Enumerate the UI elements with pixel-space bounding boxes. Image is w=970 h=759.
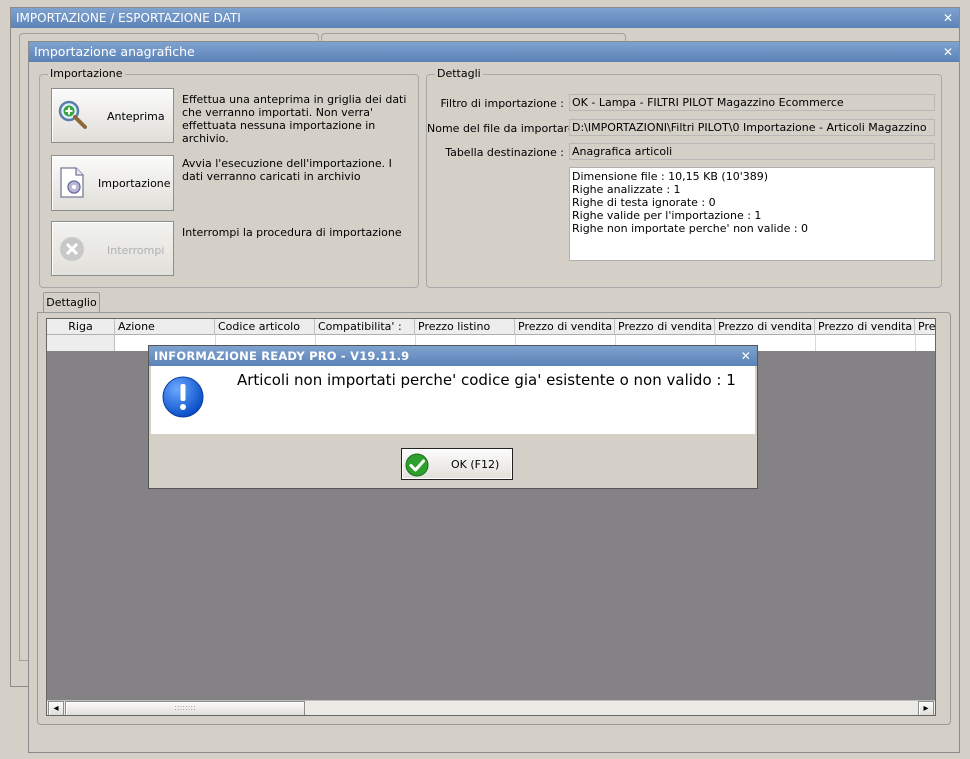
- grid-col-header[interactable]: Prezzo listino: [415, 319, 515, 335]
- grid-col-header[interactable]: Codice articolo: [215, 319, 315, 335]
- file-label: Nome del file da importare :: [427, 122, 583, 135]
- inner-close-icon[interactable]: ✕: [943, 42, 953, 62]
- grid-cell: [915, 335, 916, 351]
- grid-col-header[interactable]: Compatibilita' :: [315, 319, 415, 335]
- inner-window-titlebar: Importazione anagrafiche ✕: [29, 42, 959, 62]
- import-description: Avvia l'esecuzione dell'importazione. I …: [182, 157, 392, 183]
- grid-col-header[interactable]: Prezzo di vendita: [715, 319, 815, 335]
- scroll-left-button[interactable]: ◂: [48, 701, 64, 715]
- horizontal-scrollbar[interactable]: ◂ :::::::: ▸: [47, 700, 935, 715]
- stop-description: Interrompi la procedura di importazione: [182, 226, 402, 239]
- arrow-right-icon: ▸: [923, 703, 929, 714]
- summary-line: Dimensione file : 10,15 KB (10'389): [572, 170, 769, 183]
- outer-window-titlebar: IMPORTAZIONE / ESPORTAZIONE DATI ✕: [11, 8, 959, 28]
- grid-col-header[interactable]: Riga: [47, 319, 115, 335]
- import-group: Importazione Anteprima Effettua una ante…: [39, 67, 419, 288]
- row-selector-cell: [47, 335, 115, 351]
- stop-button-label: Interrompi: [107, 244, 165, 257]
- dialog-message-area: Articoli non importati perche' codice gi…: [151, 366, 755, 434]
- details-group-legend: Dettagli: [435, 67, 483, 80]
- arrow-left-icon: ◂: [53, 703, 59, 714]
- filter-field: OK - Lampa - FILTRI PILOT Magazzino Ecom…: [569, 94, 935, 111]
- summary-line: Righe di testa ignorate : 0: [572, 196, 716, 209]
- grid-header: Riga Azione Codice articolo Compatibilit…: [47, 319, 935, 335]
- scroll-thumb[interactable]: ::::::::: [65, 701, 305, 715]
- stop-cross-icon: [59, 236, 85, 262]
- outer-tab-strip-2: [321, 33, 626, 41]
- scroll-right-button[interactable]: ▸: [918, 701, 934, 715]
- import-button[interactable]: Importazione: [51, 155, 174, 211]
- summary-line: Righe non importate perche' non valide :…: [572, 222, 809, 235]
- grid-col-header[interactable]: Prezzo di vendita: [815, 319, 915, 335]
- import-button-label: Importazione: [98, 177, 171, 190]
- checkmark-icon: [405, 453, 429, 477]
- preview-description: Effettua una anteprima in griglia dei da…: [182, 93, 407, 145]
- info-exclamation-icon: [161, 375, 205, 419]
- summary-line: Righe analizzate : 1: [572, 183, 681, 196]
- summary-box: Dimensione file : 10,15 KB (10'389) Righ…: [569, 167, 935, 261]
- dialog-message: Articoli non importati perche' codice gi…: [237, 371, 736, 389]
- ok-button[interactable]: OK (F12): [401, 448, 513, 480]
- inner-window-title: Importazione anagrafiche: [34, 44, 195, 59]
- stop-button[interactable]: Interrompi: [51, 221, 174, 276]
- import-group-legend: Importazione: [48, 67, 125, 80]
- info-dialog: INFORMAZIONE READY PRO - V19.11.9 ✕ Arti…: [148, 345, 758, 489]
- details-group: Dettagli Filtro di importazione : OK - L…: [426, 67, 942, 288]
- grid-col-header[interactable]: Azione: [115, 319, 215, 335]
- outer-close-icon[interactable]: ✕: [943, 8, 953, 28]
- magnifier-plus-icon: [57, 99, 89, 131]
- tab-dettaglio-label: Dettaglio: [46, 296, 97, 309]
- table-label: Tabella destinazione :: [445, 146, 564, 159]
- summary-line: Righe valide per l'importazione : 1: [572, 209, 762, 222]
- dialog-title: INFORMAZIONE READY PRO - V19.11.9: [154, 349, 410, 363]
- table-field: Anagrafica articoli: [569, 143, 935, 160]
- outer-tab-strip: [19, 33, 319, 41]
- dialog-close-icon[interactable]: ✕: [741, 346, 751, 366]
- grip-icon: ::::::::: [174, 703, 196, 712]
- grid-cell: [815, 335, 816, 351]
- outer-window-title: IMPORTAZIONE / ESPORTAZIONE DATI: [16, 11, 241, 25]
- grid-col-header[interactable]: Prez: [915, 319, 935, 335]
- grid-col-header[interactable]: Prezzo di vendita: [515, 319, 615, 335]
- tab-dettaglio[interactable]: Dettaglio: [43, 292, 100, 313]
- filter-label: Filtro di importazione :: [440, 97, 564, 110]
- dialog-titlebar: INFORMAZIONE READY PRO - V19.11.9 ✕: [149, 346, 757, 366]
- ok-button-label: OK (F12): [451, 458, 500, 471]
- preview-button-label: Anteprima: [107, 110, 165, 123]
- document-gear-icon: [58, 166, 88, 200]
- grid-col-header[interactable]: Prezzo di vendita: [615, 319, 715, 335]
- preview-button[interactable]: Anteprima: [51, 88, 174, 143]
- file-field: D:\IMPORTAZIONI\Filtri PILOT\0 Importazi…: [569, 119, 935, 136]
